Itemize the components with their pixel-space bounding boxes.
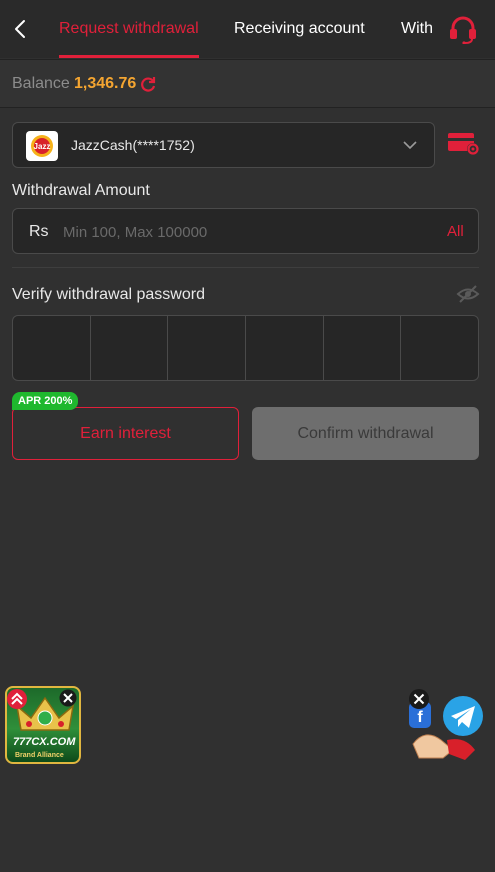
promo-subtext: Brand Alliance bbox=[15, 752, 64, 759]
balance-label: Balance bbox=[12, 75, 70, 92]
tab-receiving-account[interactable]: Receiving account bbox=[234, 0, 365, 58]
jazzcash-logo: Jazz bbox=[26, 131, 58, 161]
card-settings-icon[interactable] bbox=[447, 130, 481, 158]
account-label: JazzCash(****1752) bbox=[71, 137, 195, 153]
tab-receiving-account-label: Receiving account bbox=[234, 20, 365, 37]
pin-digit-6[interactable] bbox=[401, 316, 478, 380]
tab-request-withdrawal-label: Request withdrawal bbox=[59, 20, 199, 37]
active-tab-indicator bbox=[59, 55, 199, 58]
earn-interest-button[interactable]: Earn interest bbox=[12, 407, 239, 460]
tab-withdrawal-history[interactable]: With bbox=[401, 0, 433, 58]
pin-digit-4[interactable] bbox=[246, 316, 324, 380]
tab-request-withdrawal[interactable]: Request withdrawal bbox=[59, 0, 199, 58]
all-button[interactable]: All bbox=[447, 223, 464, 240]
pin-digit-3[interactable] bbox=[168, 316, 247, 380]
amount-input[interactable] bbox=[63, 219, 423, 245]
account-dropdown[interactable]: Jazz JazzCash(****1752) bbox=[12, 122, 435, 168]
refresh-icon[interactable] bbox=[139, 75, 157, 93]
pin-digit-5[interactable] bbox=[324, 316, 402, 380]
social-close-icon[interactable] bbox=[408, 688, 430, 710]
divider bbox=[12, 267, 479, 268]
confirm-withdrawal-button[interactable]: Confirm withdrawal bbox=[252, 407, 479, 460]
balance-value: 1,346.76 bbox=[74, 75, 137, 92]
currency-label: Rs bbox=[29, 223, 49, 240]
jazzcash-logo-icon: Jazz bbox=[31, 135, 53, 157]
top-navigation: Request withdrawal Receiving account Wit… bbox=[0, 0, 495, 58]
back-icon[interactable] bbox=[10, 17, 32, 41]
pin-digit-2[interactable] bbox=[91, 316, 169, 380]
eye-off-icon[interactable] bbox=[456, 284, 480, 304]
headset-icon[interactable] bbox=[447, 14, 479, 44]
password-pin-input[interactable] bbox=[12, 315, 479, 381]
chevron-down-icon bbox=[403, 141, 417, 150]
promo-close-icon[interactable] bbox=[59, 689, 77, 707]
promo-text: 777CX.COM bbox=[13, 736, 76, 748]
verify-password-label: Verify withdrawal password bbox=[12, 286, 205, 303]
amount-field: Rs All bbox=[12, 208, 479, 254]
svg-text:f: f bbox=[417, 709, 423, 726]
balance-bar: Balance 1,346.76 bbox=[0, 59, 495, 108]
withdrawal-amount-label: Withdrawal Amount bbox=[12, 182, 150, 199]
pin-digit-1[interactable] bbox=[13, 316, 91, 380]
apr-badge: APR 200% bbox=[12, 392, 79, 410]
tab-withdrawal-history-label: With bbox=[401, 20, 433, 37]
collapse-up-icon[interactable] bbox=[6, 688, 28, 710]
svg-text:Jazz: Jazz bbox=[34, 142, 51, 151]
